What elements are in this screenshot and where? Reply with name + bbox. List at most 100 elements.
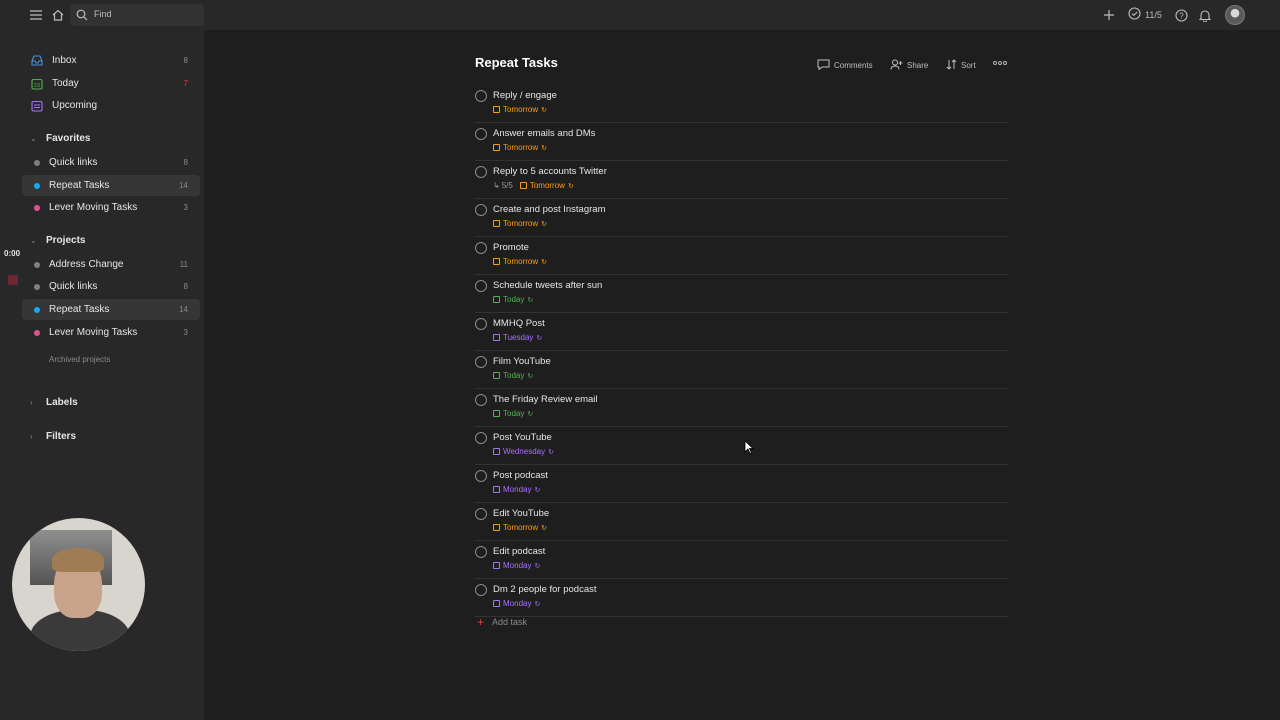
project-color-dot (34, 261, 40, 268)
task-name[interactable]: Reply / engage (493, 90, 557, 101)
task-row[interactable]: The Friday Review email Today ↻ (475, 389, 1008, 427)
task-row[interactable]: Dm 2 people for podcast Monday ↻ (475, 579, 1008, 617)
task-meta: Tomorrow ↻ (493, 523, 547, 532)
due-date-label: Monday (503, 561, 532, 570)
filters-heading[interactable]: › Filters (30, 431, 76, 442)
due-date-button[interactable]: Tuesday ↻ (493, 333, 542, 342)
sidebar-item-upcoming[interactable]: Upcoming (22, 95, 200, 116)
recurring-icon: ↻ (567, 182, 574, 190)
productivity-button[interactable]: 11/5 (1128, 7, 1162, 22)
favorite-item-repeat-tasks[interactable]: Repeat Tasks 14 (22, 175, 200, 196)
task-row[interactable]: Answer emails and DMs Tomorrow ↻ (475, 123, 1008, 161)
task-checkbox[interactable] (475, 584, 487, 596)
task-name[interactable]: Create and post Instagram (493, 204, 605, 215)
due-date-button[interactable]: Monday ↻ (493, 599, 540, 608)
bell-icon[interactable] (1197, 7, 1213, 23)
due-date-button[interactable]: Tomorrow ↻ (519, 181, 574, 190)
due-date-label: Tomorrow (503, 143, 539, 152)
task-checkbox[interactable] (475, 394, 487, 406)
task-name[interactable]: Dm 2 people for podcast (493, 584, 597, 595)
task-name[interactable]: Post podcast (493, 470, 548, 481)
favorites-heading[interactable]: ⌄ Favorites (30, 133, 90, 144)
task-meta: Monday ↻ (493, 599, 540, 608)
task-row[interactable]: Post podcast Monday ↻ (475, 465, 1008, 503)
projects-heading[interactable]: ⌄ Projects (30, 235, 85, 246)
due-date-button[interactable]: Today ↻ (493, 371, 533, 380)
sort-button[interactable]: Sort (946, 59, 976, 72)
archived-projects-link[interactable]: Archived projects (49, 355, 110, 364)
task-row[interactable]: Reply / engage Tomorrow ↻ (475, 85, 1008, 123)
task-checkbox[interactable] (475, 90, 487, 102)
task-name[interactable]: MMHQ Post (493, 318, 545, 329)
task-name[interactable]: Promote (493, 242, 529, 253)
task-row[interactable]: Reply to 5 accounts Twitter ↳ 5/5 Tomorrow ↻ (475, 161, 1008, 199)
task-row[interactable]: Promote Tomorrow ↻ (475, 237, 1008, 275)
recurring-icon: ↻ (534, 600, 541, 608)
due-date-button[interactable]: Today ↻ (493, 295, 533, 304)
task-name[interactable]: The Friday Review email (493, 394, 598, 405)
task-row[interactable]: Schedule tweets after sun Today ↻ (475, 275, 1008, 313)
task-checkbox[interactable] (475, 508, 487, 520)
due-date-button[interactable]: Tomorrow ↻ (493, 523, 547, 532)
due-date-label: Monday (503, 485, 532, 494)
task-name[interactable]: Film YouTube (493, 356, 551, 367)
task-row[interactable]: Edit YouTube Tomorrow ↻ (475, 503, 1008, 541)
task-checkbox[interactable] (475, 546, 487, 558)
sidebar-item-label: Repeat Tasks (49, 304, 110, 315)
due-date-button[interactable]: Tomorrow ↻ (493, 257, 547, 266)
recurring-icon: ↻ (541, 106, 547, 114)
task-row[interactable]: Post YouTube Wednesday ↻ (475, 427, 1008, 465)
sidebar-item-today[interactable]: 23 Today 7 (22, 73, 200, 94)
task-name[interactable]: Reply to 5 accounts Twitter (493, 166, 607, 177)
project-item-repeat-tasks[interactable]: Repeat Tasks 14 (22, 299, 200, 320)
plus-icon[interactable] (1101, 7, 1117, 23)
due-date-button[interactable]: Tomorrow ↻ (493, 143, 547, 152)
task-meta: Monday ↻ (493, 561, 540, 570)
task-name[interactable]: Edit podcast (493, 546, 545, 557)
task-checkbox[interactable] (475, 128, 487, 140)
comments-button[interactable]: Comments (817, 59, 873, 72)
task-name[interactable]: Schedule tweets after sun (493, 280, 602, 291)
record-stop-button[interactable] (8, 275, 18, 285)
menu-icon[interactable] (28, 7, 44, 23)
search-input[interactable]: Find (70, 4, 204, 26)
labels-heading[interactable]: › Labels (30, 397, 78, 408)
task-checkbox[interactable] (475, 166, 487, 178)
task-checkbox[interactable] (475, 280, 487, 292)
task-checkbox[interactable] (475, 242, 487, 254)
add-task-button[interactable]: + Add task (477, 615, 527, 629)
task-checkbox[interactable] (475, 318, 487, 330)
project-item-address-change[interactable]: Address Change 11 (22, 254, 200, 275)
due-date-label: Tomorrow (503, 257, 539, 266)
task-row[interactable]: Create and post Instagram Tomorrow ↻ (475, 199, 1008, 237)
due-date-label: Monday (503, 599, 532, 608)
due-date-button[interactable]: Tomorrow ↻ (493, 105, 547, 114)
share-button[interactable]: Share (890, 59, 928, 72)
task-name[interactable]: Post YouTube (493, 432, 552, 443)
project-item-quick-links[interactable]: Quick links 8 (22, 276, 200, 297)
help-icon[interactable]: ? (1173, 7, 1189, 23)
task-checkbox[interactable] (475, 204, 487, 216)
task-name[interactable]: Answer emails and DMs (493, 128, 595, 139)
due-date-label: Tomorrow (503, 105, 539, 114)
due-date-button[interactable]: Wednesday ↻ (493, 447, 554, 456)
due-date-button[interactable]: Monday ↻ (493, 561, 540, 570)
home-icon[interactable] (50, 7, 66, 23)
avatar[interactable] (1225, 5, 1245, 25)
task-row[interactable]: MMHQ Post Tuesday ↻ (475, 313, 1008, 351)
task-checkbox[interactable] (475, 432, 487, 444)
task-checkbox[interactable] (475, 470, 487, 482)
subtask-icon: ↳ (493, 181, 500, 190)
favorite-item-quick-links[interactable]: Quick links 8 (22, 152, 200, 173)
due-date-button[interactable]: Today ↻ (493, 409, 533, 418)
more-options-button[interactable] (993, 59, 1007, 68)
task-checkbox[interactable] (475, 356, 487, 368)
sidebar-item-inbox[interactable]: Inbox 8 (22, 50, 200, 71)
due-date-button[interactable]: Tomorrow ↻ (493, 219, 547, 228)
task-row[interactable]: Edit podcast Monday ↻ (475, 541, 1008, 579)
due-date-button[interactable]: Monday ↻ (493, 485, 540, 494)
task-row[interactable]: Film YouTube Today ↻ (475, 351, 1008, 389)
project-item-lever-moving-tasks[interactable]: Lever Moving Tasks 3 (22, 322, 200, 343)
task-name[interactable]: Edit YouTube (493, 508, 549, 519)
favorite-item-lever-moving-tasks[interactable]: Lever Moving Tasks 3 (22, 197, 200, 218)
